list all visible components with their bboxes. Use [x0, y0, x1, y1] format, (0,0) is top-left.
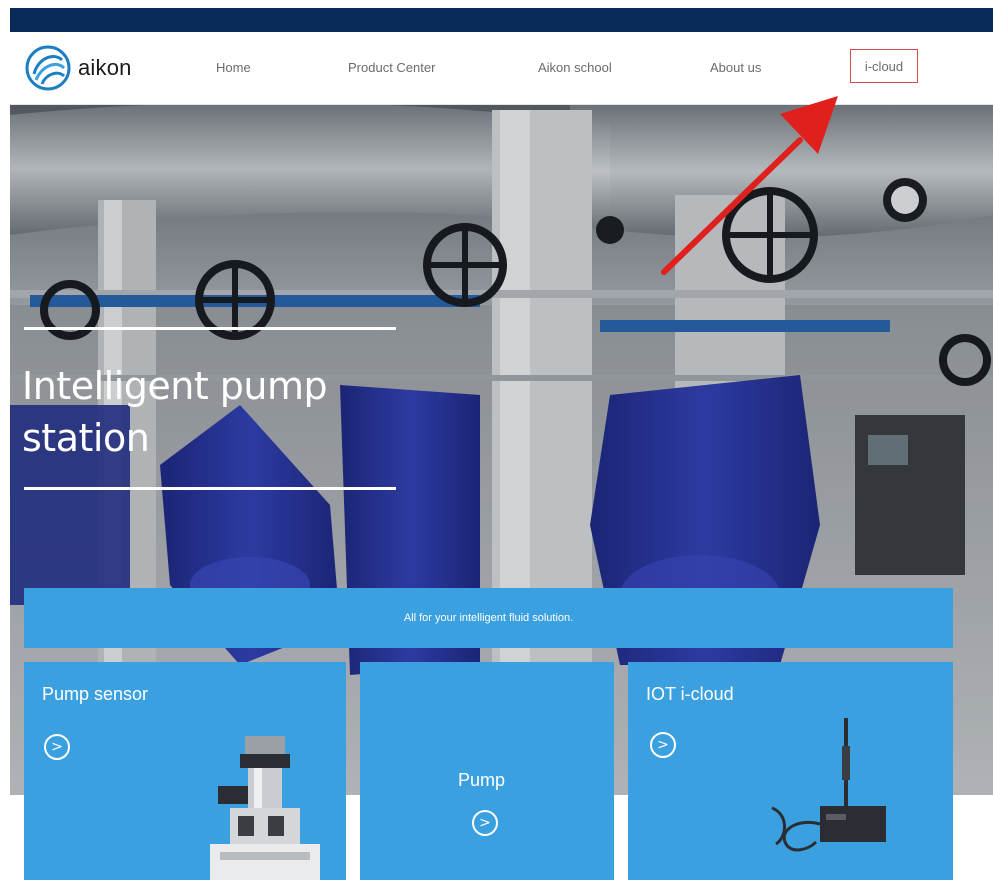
- hero-top-rule: [24, 327, 396, 330]
- card-title: Pump sensor: [42, 684, 149, 704]
- hero-title-line-1: Intelligent pump: [22, 364, 328, 408]
- circle-arrow-right-icon[interactable]: >: [650, 732, 676, 758]
- tagline-text: All for your intelligent fluid solution.: [403, 612, 574, 624]
- tagline-banner: All for your intelligent fluid solution.: [24, 588, 953, 648]
- circle-arrow-right-icon[interactable]: >: [472, 810, 498, 836]
- card-pump[interactable]: Pump >: [360, 662, 614, 880]
- card-title: Pump: [458, 770, 506, 790]
- pump-sensor-image: [210, 736, 320, 880]
- card-pump-sensor[interactable]: Pump sensor >: [24, 662, 346, 880]
- hero-bottom-rule: [24, 487, 396, 490]
- nav-aikon-school[interactable]: Aikon school: [538, 60, 612, 75]
- iot-router-image: [771, 718, 886, 852]
- hero-title-line-2: station: [22, 416, 150, 460]
- nav-product-center[interactable]: Product Center: [348, 60, 435, 75]
- brand-name: aikon: [78, 55, 132, 80]
- navbar: aikon Home Product Center Aikon school A…: [10, 32, 993, 105]
- nav-i-cloud[interactable]: i-cloud: [850, 49, 918, 83]
- page: aikon Home Product Center Aikon school A…: [0, 0, 993, 880]
- top-bar: [10, 8, 993, 32]
- circle-arrow-right-icon[interactable]: >: [44, 734, 70, 760]
- nav-about-us[interactable]: About us: [710, 60, 761, 75]
- aikon-logo-icon: [25, 45, 71, 91]
- hero-title: Intelligent pump station: [22, 360, 442, 464]
- logo[interactable]: aikon: [24, 42, 132, 94]
- card-iot-i-cloud[interactable]: IOT i-cloud >: [628, 662, 953, 880]
- card-title: IOT i-cloud: [646, 684, 734, 704]
- nav-home[interactable]: Home: [216, 60, 251, 75]
